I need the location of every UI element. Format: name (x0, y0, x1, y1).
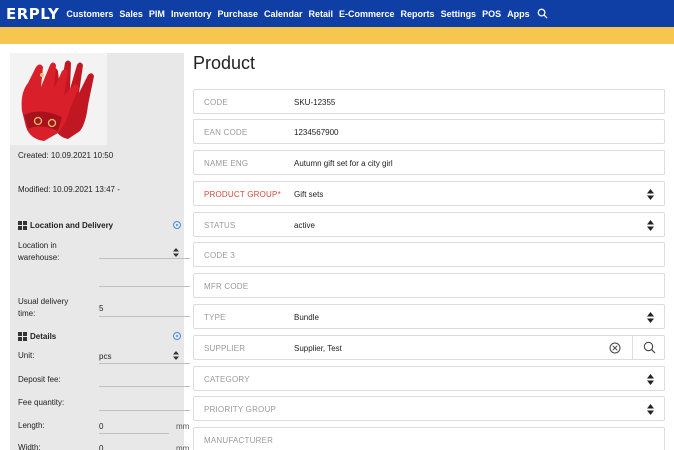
deposit-fee-label: Deposit fee: (18, 375, 61, 384)
nav-menu: Customers Sales PIM Inventory Purchase C… (66, 8, 548, 19)
location-extra-line (99, 286, 190, 287)
width-input[interactable]: 0 (99, 444, 103, 450)
supplier-search-button[interactable] (632, 336, 665, 359)
priority-group-select[interactable]: PRIORITY GROUP (193, 396, 665, 421)
code3-label: CODE 3 (204, 251, 235, 260)
code-field[interactable]: CODE SKU-12355 (193, 89, 665, 114)
mfr-code-label: MFR CODE (204, 282, 249, 291)
erply-logo[interactable]: ERPLY (6, 5, 59, 23)
search-icon (643, 341, 655, 354)
select-arrows-icon (647, 374, 654, 385)
gloves-image (21, 60, 94, 141)
name-eng-value: Autumn gift set for a city girl (294, 159, 393, 168)
nav-item-settings[interactable]: Settings (441, 9, 477, 19)
manufacturer-field[interactable]: MANUFACTURER (193, 427, 665, 450)
nav-item-pim[interactable]: PIM (149, 9, 165, 19)
grid-icon (18, 221, 27, 230)
fee-quantity-label: Fee quantity: (18, 398, 65, 407)
top-nav: ERPLY Customers Sales PIM Inventory Purc… (0, 0, 674, 27)
ean-code-value: 1234567900 (294, 128, 339, 137)
product-group-label: PRODUCT GROUP* (204, 190, 281, 199)
grid-icon (18, 332, 27, 341)
nav-item-calendar[interactable]: Calendar (264, 9, 303, 19)
nav-item-sales[interactable]: Sales (119, 9, 143, 19)
supplier-label: SUPPLIER (204, 344, 246, 353)
deposit-fee-input[interactable] (99, 386, 190, 387)
nav-item-apps[interactable]: Apps (507, 9, 530, 19)
delivery-time-underline (99, 316, 190, 317)
product-group-value: Gift sets (294, 190, 324, 199)
manufacturer-label: MANUFACTURER (204, 436, 274, 445)
length-label: Length: (18, 421, 45, 430)
location-select[interactable] (99, 258, 190, 259)
ean-code-field[interactable]: EAN CODE 1234567900 (193, 119, 665, 144)
product-image[interactable] (10, 53, 107, 145)
category-label: CATEGORY (204, 375, 250, 384)
delivery-label: Usual delivery time: (18, 297, 69, 318)
notification-bar (0, 27, 674, 44)
unit-label: Unit: (18, 351, 35, 360)
code-value: SKU-12355 (294, 98, 336, 107)
nav-item-reports[interactable]: Reports (401, 9, 435, 19)
search-icon[interactable] (537, 8, 548, 19)
clear-icon[interactable] (609, 342, 621, 354)
fee-quantity-input[interactable] (99, 410, 190, 411)
name-eng-field[interactable]: NAME ENG Autumn gift set for a city girl (193, 150, 665, 175)
unit-underline (99, 363, 190, 364)
details-section[interactable]: Details (18, 332, 56, 341)
width-unit: mm (176, 444, 190, 450)
width-label: Width: (18, 443, 41, 450)
supplier-value: Supplier, Test (294, 344, 342, 353)
select-arrows-icon (647, 404, 654, 415)
location-label: Location in warehouse: (18, 241, 60, 262)
nav-item-purchase[interactable]: Purchase (217, 9, 258, 19)
nav-item-pos[interactable]: POS (482, 9, 501, 19)
select-arrows-icon (647, 220, 654, 231)
section-title-location: Location and Delivery (30, 221, 114, 230)
priority-group-label: PRIORITY GROUP (204, 405, 276, 414)
type-label: TYPE (204, 313, 226, 322)
delivery-time-input[interactable]: 5 (99, 304, 103, 313)
info-icon[interactable] (173, 221, 181, 229)
code-label: CODE (204, 98, 228, 107)
select-arrows-icon (647, 312, 654, 323)
status-value: active (294, 221, 315, 230)
status-label: STATUS (204, 221, 236, 230)
nav-item-retail[interactable]: Retail (309, 9, 334, 19)
select-arrows-icon (647, 189, 654, 200)
select-arrows-icon (173, 351, 179, 360)
length-input[interactable]: 0 (99, 422, 103, 431)
code3-field[interactable]: CODE 3 (193, 242, 665, 267)
section-title-details: Details (30, 332, 57, 341)
type-value: Bundle (294, 313, 319, 322)
type-select[interactable]: TYPE Bundle (193, 304, 665, 329)
unit-select[interactable]: pcs (99, 352, 111, 361)
product-sidebar: Created: 10.09.2021 10:50 Modified: 10.0… (10, 53, 190, 450)
page-title: Product (193, 53, 256, 73)
location-delivery-section[interactable]: Location and Delivery (18, 221, 113, 230)
info-icon[interactable] (173, 332, 181, 340)
nav-item-customers[interactable]: Customers (66, 9, 113, 19)
category-select[interactable]: CATEGORY (193, 366, 665, 391)
ean-code-label: EAN CODE (204, 128, 248, 137)
nav-item-inventory[interactable]: Inventory (171, 9, 212, 19)
length-unit: mm (176, 422, 190, 431)
select-arrows-icon (173, 248, 179, 257)
mfr-code-field[interactable]: MFR CODE (193, 273, 665, 298)
product-group-select[interactable]: PRODUCT GROUP* Gift sets (193, 181, 665, 206)
name-eng-label: NAME ENG (204, 159, 249, 168)
nav-item-ecommerce[interactable]: E-Commerce (339, 9, 395, 19)
created-date: Created: 10.09.2021 10:50 (18, 151, 114, 160)
supplier-field[interactable]: SUPPLIER Supplier, Test (193, 335, 665, 360)
status-select[interactable]: STATUS active (193, 212, 665, 237)
length-underline (99, 433, 169, 434)
modified-date: Modified: 10.09.2021 13:47 - (18, 185, 120, 194)
